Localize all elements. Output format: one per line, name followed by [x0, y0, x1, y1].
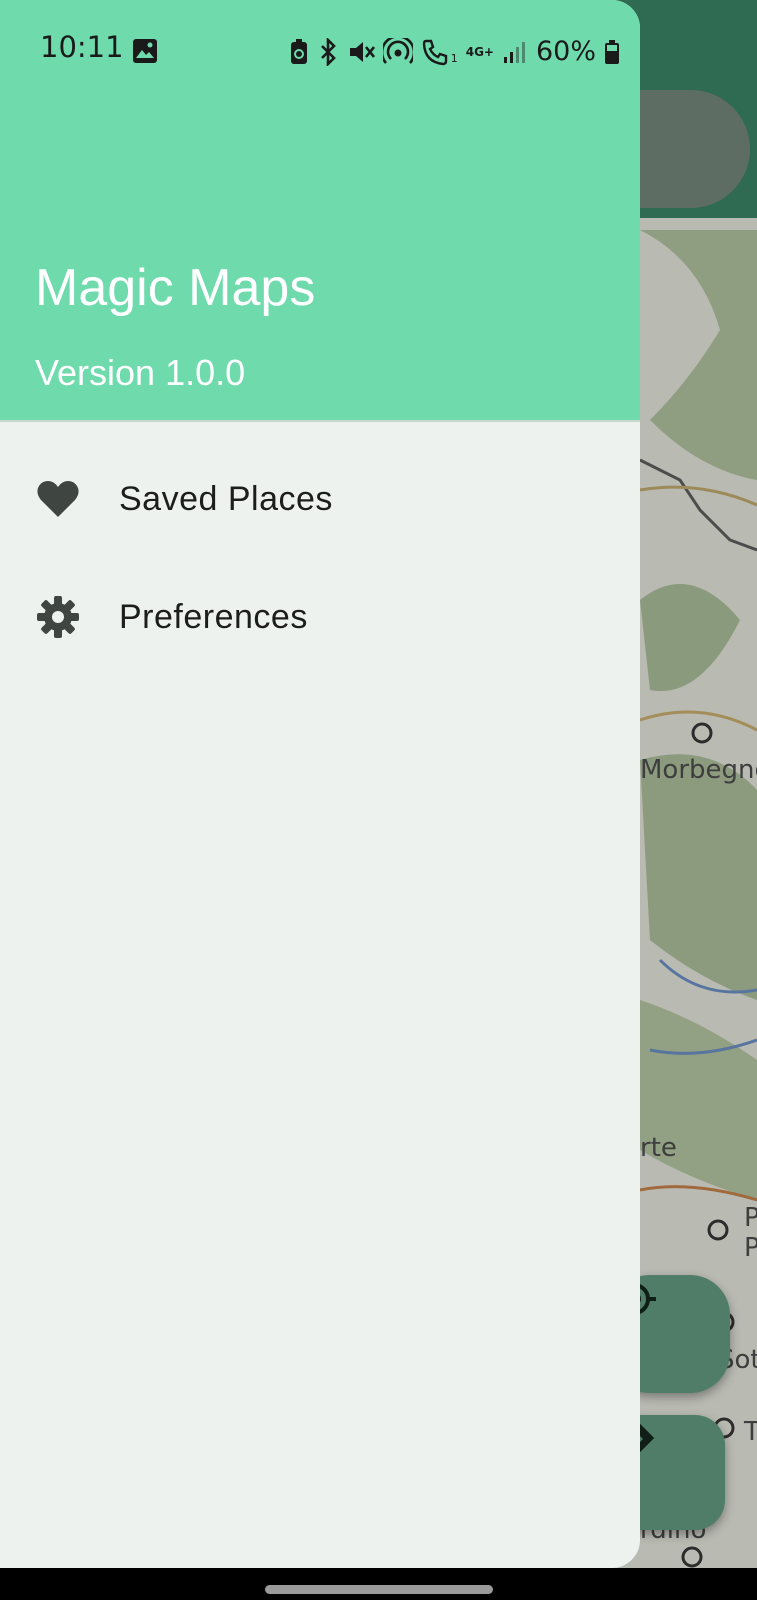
image-notification-icon — [133, 39, 157, 63]
navigation-drawer: 10:11 1 4G+ 60% Magic Maps Version 1.0.0… — [0, 0, 640, 1568]
heart-icon — [35, 476, 81, 522]
battery-icon — [605, 39, 619, 64]
hotspot-icon — [382, 37, 413, 64]
app-title: Magic Maps — [35, 259, 316, 317]
app-version: Version 1.0.0 — [35, 352, 246, 393]
menu-item-label: Saved Places — [119, 479, 333, 518]
menu-item-preferences[interactable]: Preferences — [0, 558, 640, 676]
sim-slot-label: 1 — [450, 52, 458, 65]
drawer-menu: Saved Places Preferences — [0, 440, 640, 676]
system-navigation-bar — [0, 1568, 757, 1600]
gear-icon — [35, 594, 81, 640]
signal-strength-icon — [503, 41, 525, 63]
status-icons: 1 4G+ 60% — [289, 36, 620, 67]
drawer-header: 10:11 1 4G+ 60% Magic Maps Version 1.0.0 — [0, 0, 640, 422]
network-type-label: 4G+ — [465, 44, 494, 59]
battery-percent: 60% — [535, 36, 596, 67]
call-icon — [422, 39, 447, 65]
home-gesture-handle[interactable] — [265, 1585, 493, 1594]
menu-item-saved-places[interactable]: Saved Places — [0, 440, 640, 558]
bluetooth-icon — [320, 37, 336, 66]
status-bar: 10:11 1 4G+ 60% — [0, 0, 640, 100]
menu-item-label: Preferences — [119, 597, 308, 636]
mute-icon — [349, 41, 375, 62]
status-time: 10:11 — [40, 30, 124, 64]
battery-saver-icon — [290, 38, 307, 64]
